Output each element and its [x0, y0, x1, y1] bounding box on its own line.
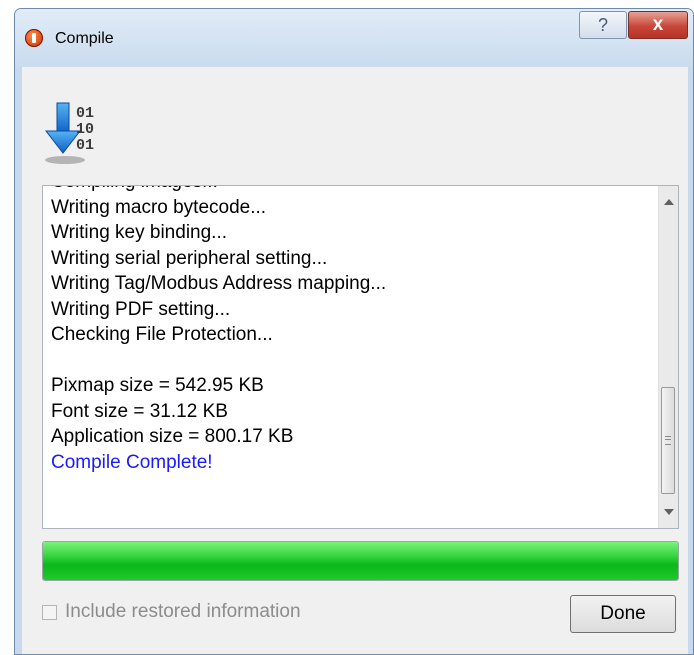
log-line: Writing macro bytecode... — [51, 196, 267, 218]
log-line: Compile Complete! — [51, 451, 213, 473]
log-line: Font size = 31.12 KB — [51, 400, 228, 422]
include-restored-option[interactable]: Include restored information — [42, 601, 301, 623]
scroll-up-arrow-icon[interactable] — [664, 199, 674, 205]
binary-digits-row-2: 10 — [76, 121, 94, 138]
compile-dialog: Compile ? x 01 10 01 Compiling images...… — [14, 8, 694, 655]
app-logo-icon — [25, 29, 43, 47]
log-line: Writing Tag/Modbus Address mapping... — [51, 273, 387, 294]
log-line: Pixmap size = 542.95 KB — [51, 375, 264, 396]
log-line: Checking File Protection... — [51, 324, 273, 345]
help-button[interactable]: ? — [579, 11, 627, 39]
binary-digits-row-1: 01 — [76, 105, 94, 122]
log-line: Writing serial peripheral setting... — [51, 247, 328, 269]
compile-log[interactable]: Compiling images...Writing macro bytecod… — [42, 185, 679, 529]
dialog-body: 01 10 01 Compiling images...Writing macr… — [22, 67, 688, 654]
log-line: Writing PDF setting... — [51, 298, 231, 320]
done-button[interactable]: Done — [570, 595, 676, 633]
progress-fill — [43, 542, 678, 580]
log-line: Application size = 800.17 KB — [51, 426, 294, 447]
log-scrollbar[interactable] — [658, 186, 678, 528]
binary-digits-row-3: 01 — [76, 137, 94, 154]
include-restored-label: Include restored information — [65, 601, 301, 622]
include-restored-checkbox[interactable] — [42, 604, 57, 620]
close-button[interactable]: x — [628, 11, 688, 39]
compile-download-icon: 01 10 01 — [44, 102, 94, 164]
scroll-thumb[interactable] — [661, 387, 675, 494]
log-lines: Compiling images...Writing macro bytecod… — [51, 186, 387, 475]
scroll-down-arrow-icon[interactable] — [664, 509, 674, 515]
log-line: Compiling images... — [51, 186, 386, 195]
title-bar: Compile ? x — [15, 9, 693, 67]
log-line: Writing key binding... — [51, 222, 228, 243]
grip-icon — [665, 436, 671, 445]
compile-progress-bar — [42, 541, 679, 581]
window-title: Compile — [55, 30, 114, 47]
